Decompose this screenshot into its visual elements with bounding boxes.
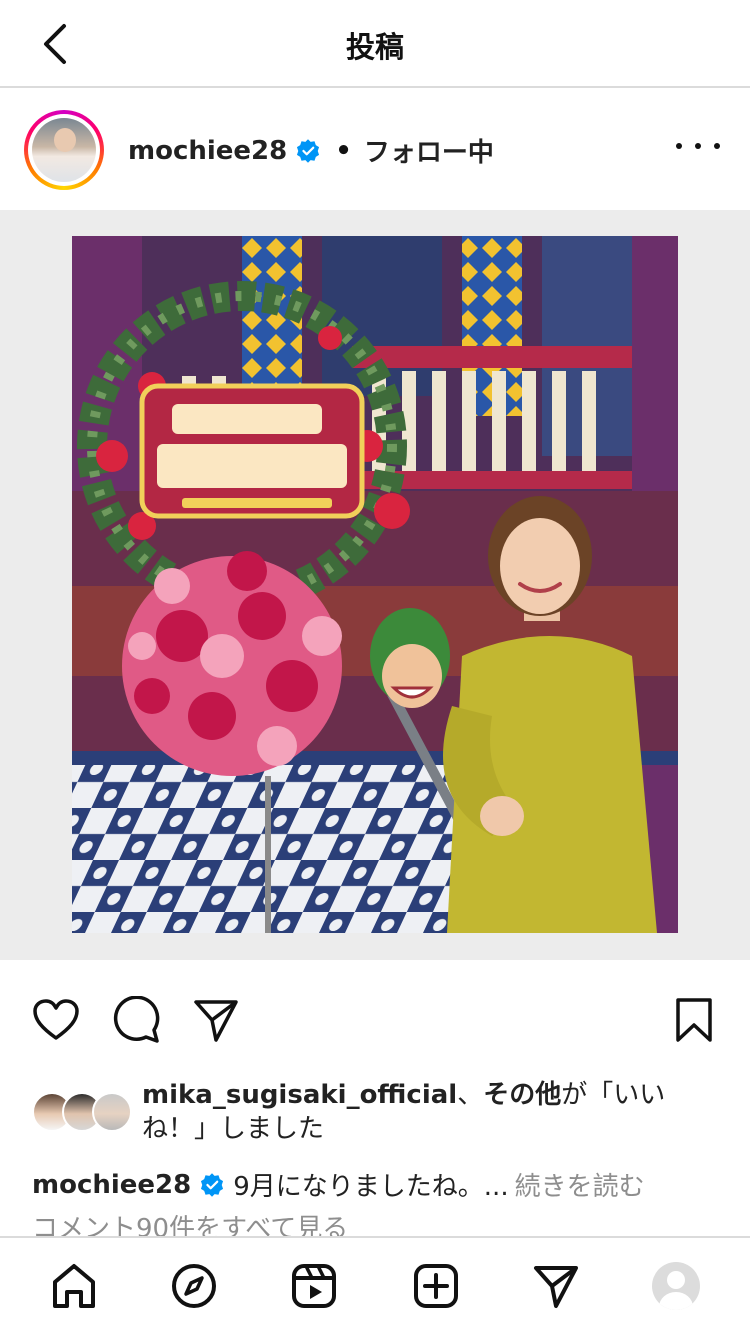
liker-avatars[interactable] xyxy=(32,1092,136,1136)
nav-reels[interactable] xyxy=(286,1258,342,1314)
likes-text: mika_sugisaki_official、その他が「いいね！」しました xyxy=(142,1078,682,1146)
post-username[interactable]: mochiee28 xyxy=(128,136,287,166)
page-title: 投稿 xyxy=(345,30,404,64)
caption-username[interactable]: mochiee28 xyxy=(32,1170,191,1200)
nav-explore[interactable] xyxy=(166,1258,222,1314)
username-row: mochiee28 • フォロー中 xyxy=(128,132,494,169)
heart-icon xyxy=(33,999,79,1040)
nav-create[interactable] xyxy=(408,1258,464,1314)
following-button[interactable]: フォロー中 xyxy=(364,132,494,169)
likes-separator: 、 xyxy=(457,1080,484,1110)
share-icon xyxy=(194,1000,238,1042)
share-button[interactable] xyxy=(190,994,242,1046)
home-icon xyxy=(53,1264,95,1308)
avatar xyxy=(92,1092,132,1132)
explore-icon xyxy=(172,1264,216,1308)
avatar-image xyxy=(32,118,96,182)
avatar[interactable] xyxy=(24,110,104,190)
caption-text: 9月になりましたね。... xyxy=(233,1172,509,1202)
verified-badge-icon xyxy=(297,138,320,163)
nav-profile[interactable] xyxy=(648,1258,704,1314)
comment-icon xyxy=(113,996,160,1043)
direct-icon xyxy=(534,1266,578,1308)
separator-dot: • xyxy=(335,135,352,166)
post-caption: mochiee28 9月になりましたね。... 続きを読む xyxy=(32,1166,645,1203)
likes-summary: mika_sugisaki_official、その他が「いいね！」しました xyxy=(32,1078,722,1150)
nav-direct[interactable] xyxy=(528,1258,584,1314)
post-header: mochiee28 • フォロー中 xyxy=(0,90,750,208)
create-icon xyxy=(414,1264,458,1308)
bottom-nav xyxy=(0,1236,750,1334)
post-photo[interactable] xyxy=(72,236,678,933)
read-more-link[interactable]: 続きを読む xyxy=(515,1166,645,1203)
comment-button[interactable] xyxy=(110,994,162,1046)
reels-icon xyxy=(292,1264,336,1308)
bookmark-icon xyxy=(676,998,712,1042)
liker-username[interactable]: mika_sugisaki_official xyxy=(142,1080,457,1110)
top-bar: 投稿 xyxy=(0,0,750,88)
likes-others-link[interactable]: その他 xyxy=(483,1080,561,1110)
post-actions xyxy=(0,990,750,1050)
nav-home[interactable] xyxy=(46,1258,102,1314)
bookmark-button[interactable] xyxy=(668,994,720,1046)
verified-badge-icon xyxy=(201,1172,224,1197)
profile-icon xyxy=(652,1262,700,1310)
like-button[interactable] xyxy=(30,994,82,1046)
more-options-icon[interactable] xyxy=(676,136,720,156)
post-media xyxy=(0,210,750,960)
